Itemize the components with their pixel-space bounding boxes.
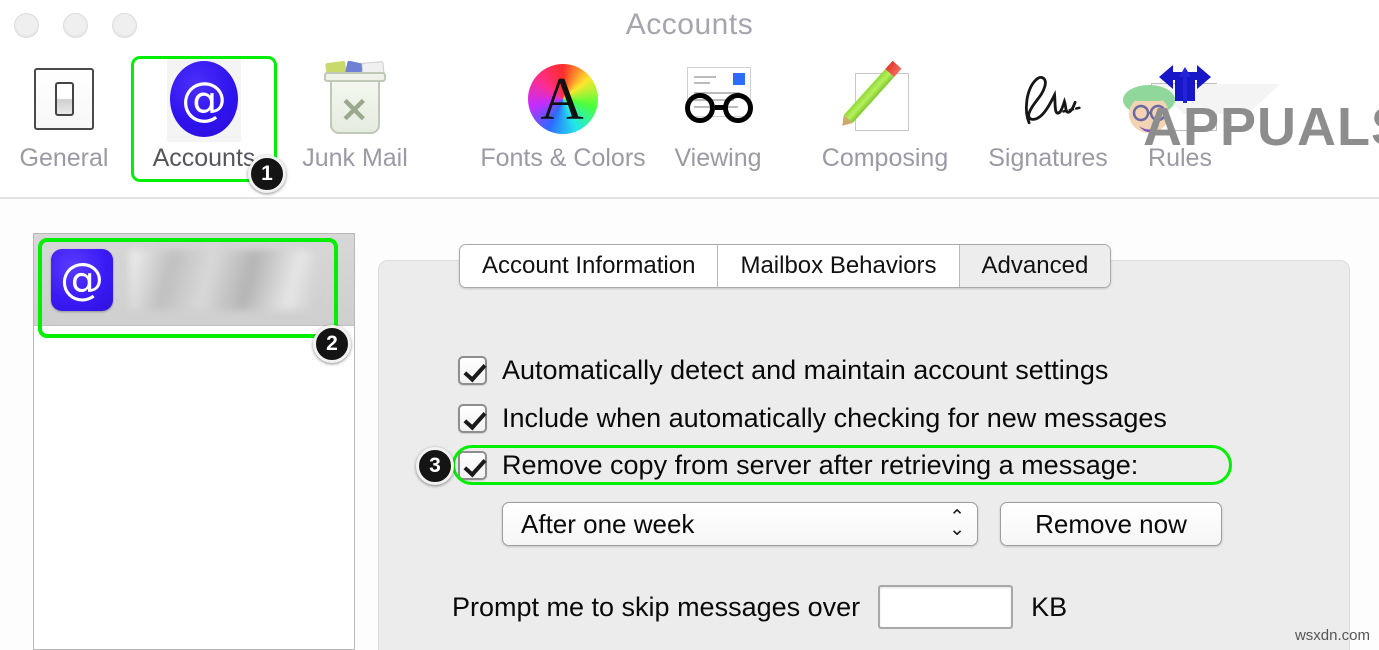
toolbar-label-rules: Rules: [1148, 144, 1212, 172]
checkbox-row-auto-detect[interactable]: Automatically detect and maintain accoun…: [458, 355, 1108, 386]
title-bar: Accounts: [0, 0, 1379, 52]
checkbox-row-remove-copy[interactable]: Remove copy from server after retrieving…: [458, 450, 1138, 481]
toolbar-item-rules[interactable]: Rules: [1115, 56, 1280, 173]
toolbar-item-signatures[interactable]: Signatures: [973, 56, 1123, 173]
toolbar-item-junk-mail[interactable]: ✕ Junk Mail: [290, 56, 420, 173]
account-name-redacted: [130, 249, 316, 310]
toolbar-label-general: General: [19, 144, 109, 172]
tab-account-information[interactable]: Account Information: [460, 245, 719, 287]
remove-now-button[interactable]: Remove now: [1000, 502, 1222, 546]
removal-schedule-value: After one week: [521, 508, 695, 539]
prompt-skip-messages-row: Prompt me to skip messages over KB: [452, 585, 1067, 629]
account-list-row[interactable]: @: [34, 234, 354, 326]
toolbar-label-junk-mail: Junk Mail: [302, 144, 408, 172]
eyeglasses-icon: [681, 56, 755, 142]
tab-advanced[interactable]: Advanced: [959, 245, 1111, 287]
at-sign-icon: @: [51, 248, 113, 311]
auto-detect-label: Automatically detect and maintain accoun…: [502, 355, 1109, 385]
toolbar-item-fonts-colors[interactable]: A Fonts & Colors: [478, 56, 648, 173]
auto-detect-checkbox[interactable]: [458, 356, 487, 385]
remove-copy-checkbox[interactable]: [458, 451, 487, 480]
window-title: Accounts: [625, 8, 754, 41]
preferences-toolbar: General @ Accounts ✕ Junk Mail A Fonts &…: [0, 52, 1379, 198]
prompt-skip-unit: KB: [1031, 591, 1068, 622]
light-switch-icon: [27, 56, 101, 142]
color-wheel-a-icon: A: [526, 56, 600, 142]
toolbar-item-viewing[interactable]: Viewing: [653, 56, 783, 173]
removal-schedule-select[interactable]: After one week ⌃ ⌄: [502, 502, 978, 546]
checkbox-row-include-checking[interactable]: Include when automatically checking for …: [458, 403, 1167, 434]
chevron-updown-icon: ⌃ ⌄: [949, 507, 965, 540]
at-sign-icon: @: [167, 56, 241, 142]
toolbar-label-viewing: Viewing: [674, 144, 762, 172]
signature-icon: [1011, 56, 1085, 142]
wsxdn-watermark: wsxdn.com: [1294, 627, 1370, 644]
include-checking-label: Include when automatically checking for …: [502, 403, 1167, 433]
account-tabs: Account Information Mailbox Behaviors Ad…: [459, 244, 1112, 288]
accounts-list[interactable]: @: [33, 233, 355, 650]
callout-badge-1: 1: [248, 155, 286, 193]
toolbar-item-accounts[interactable]: @ Accounts: [139, 56, 269, 173]
toolbar-label-fonts-colors: Fonts & Colors: [480, 144, 646, 172]
prompt-skip-label: Prompt me to skip messages over: [452, 591, 861, 622]
pencil-page-icon: [843, 56, 922, 142]
prompt-skip-size-input[interactable]: [878, 585, 1014, 629]
envelope-arrows-icon: [1143, 56, 1280, 142]
toolbar-item-composing[interactable]: Composing: [805, 56, 965, 173]
toolbar-item-general[interactable]: General: [0, 56, 129, 173]
toolbar-label-signatures: Signatures: [988, 144, 1108, 172]
include-checking-checkbox[interactable]: [458, 404, 487, 433]
accounts-preferences-window: Accounts General @ Accounts ✕ Junk Mail …: [0, 0, 1379, 650]
trash-can-icon: ✕: [318, 56, 392, 142]
toolbar-label-composing: Composing: [821, 144, 949, 172]
tab-mailbox-behaviors[interactable]: Mailbox Behaviors: [718, 245, 960, 287]
remove-copy-label: Remove copy from server after retrieving…: [502, 450, 1139, 480]
callout-badge-3: 3: [416, 447, 454, 485]
toolbar-label-accounts: Accounts: [152, 144, 256, 172]
callout-badge-2: 2: [313, 325, 351, 363]
